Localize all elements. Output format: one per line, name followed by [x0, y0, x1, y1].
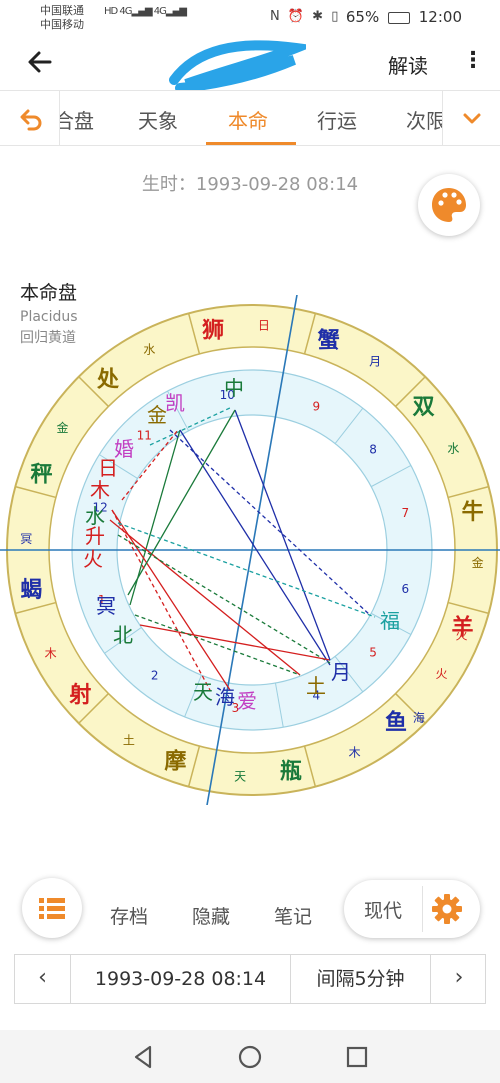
sign-ruler: 月: [369, 354, 381, 368]
sign-glyph: 鱼: [385, 710, 407, 736]
sign-ruler: 土: [123, 734, 135, 748]
planet-glyph: 日: [98, 456, 118, 480]
house-number: 5: [369, 646, 377, 660]
carrier-2: 中国移动: [40, 18, 84, 31]
planet-glyph: 中: [224, 376, 244, 400]
sign-ruler-extra: 海: [413, 710, 425, 725]
planet-glyph: 升: [85, 524, 105, 548]
clock: 12:00: [418, 8, 462, 26]
tab-underline: [206, 142, 296, 145]
sign-glyph: 双: [413, 395, 435, 420]
tab-progressions[interactable]: 次限: [406, 105, 442, 134]
house-number: 2: [151, 669, 159, 683]
previous-time-button[interactable]: ‹: [15, 955, 71, 1003]
sign-ruler: 金: [472, 555, 484, 570]
hide-button[interactable]: 隐藏: [192, 902, 230, 929]
next-time-button[interactable]: ›: [431, 955, 487, 1003]
nav-back-icon[interactable]: [130, 1044, 156, 1070]
mode-label: 现代: [364, 900, 403, 922]
house-number: 6: [401, 582, 409, 596]
house-number: 9: [312, 400, 320, 414]
battery-percent: 65%: [345, 8, 380, 26]
planet-glyph: 天: [193, 680, 213, 704]
tab-natal[interactable]: 本命: [228, 105, 268, 134]
mode-divider: [422, 886, 423, 932]
sign-glyph: 射: [68, 682, 91, 708]
battery-icon: [387, 11, 410, 24]
back-arrow-icon[interactable]: [24, 46, 56, 78]
tab-transits[interactable]: 行运: [317, 105, 357, 134]
sign-glyph: 蟹: [318, 328, 340, 354]
sign-ruler: 水: [447, 441, 459, 455]
planet-glyph: 土: [306, 674, 326, 698]
archive-button[interactable]: 存档: [110, 902, 148, 929]
app-bar: 解读 ⋮: [0, 34, 500, 93]
planet-glyph: 金: [147, 403, 167, 427]
sign-ruler-extra: 火: [456, 629, 468, 643]
planet-glyph: 北: [113, 623, 133, 647]
sign-ruler: 木: [349, 745, 361, 759]
planet-glyph: 海: [215, 685, 235, 709]
sign-ruler: 火: [436, 667, 448, 681]
nav-recents-icon[interactable]: [344, 1044, 370, 1070]
more-vert-icon[interactable]: ⋮: [462, 46, 484, 76]
system-icons: N ⏰ ✱ ▯: [270, 9, 341, 24]
tab-synastry[interactable]: 合盘: [60, 105, 94, 134]
planet-glyph: 月: [331, 660, 351, 684]
sign-glyph: 摩: [164, 748, 186, 774]
carrier-1: 中国联通: [40, 4, 84, 17]
undo-icon[interactable]: [0, 91, 60, 146]
list-button[interactable]: [22, 878, 82, 938]
planet-glyph: 火: [83, 547, 103, 571]
house-number: 8: [369, 442, 377, 456]
list-icon: [39, 898, 65, 919]
sign-glyph: 瓶: [280, 760, 302, 785]
sign-glyph: 狮: [202, 318, 224, 343]
sign-ruler: 金: [56, 420, 68, 435]
planet-glyph: 木: [90, 478, 110, 502]
sign-ruler: 木: [45, 647, 57, 661]
palette-icon: [432, 188, 466, 222]
system-nav-bar: [0, 1030, 500, 1083]
mode-toggle[interactable]: 现代: [344, 880, 480, 938]
gear-icon[interactable]: [430, 892, 464, 926]
sign-ruler: 水: [143, 343, 155, 357]
time-navigator: ‹ 1993-09-28 08:14 间隔5分钟 ›: [14, 954, 486, 1004]
tab-bar: 合盘 天象 本命 行运 次限: [0, 90, 500, 146]
planet-glyph: 冥: [96, 594, 116, 618]
natal-chart-wheel[interactable]: 狮日蟹月双水牛金羊火鱼木瓶天摩土射木蝎冥秤金处水海火98765432112111…: [0, 295, 500, 805]
house-number: 11: [137, 428, 152, 442]
nav-home-icon[interactable]: [237, 1044, 263, 1070]
sign-glyph: 蝎: [20, 578, 42, 603]
status-bar: 中国联通 中国移动 HD 4G▂▄▆ 4G▂▄▆ N ⏰ ✱ ▯ 65% 12:…: [0, 0, 500, 34]
planet-glyph: 爱: [237, 689, 257, 713]
tab-transit-sky[interactable]: 天象: [138, 105, 178, 134]
notes-button[interactable]: 笔记: [274, 902, 312, 929]
signal-icon: HD 4G▂▄▆ 4G▂▄▆: [104, 6, 187, 17]
sign-glyph: 处: [96, 366, 119, 392]
interpret-button[interactable]: 解读: [388, 50, 428, 79]
planet-glyph: 凯: [165, 391, 185, 415]
chevron-down-icon[interactable]: [442, 91, 500, 146]
redacted-title: [166, 40, 316, 93]
sign-glyph: 牛: [462, 499, 484, 525]
sign-glyph: 秤: [31, 462, 53, 487]
status-right: 65% 12:00: [346, 8, 462, 26]
time-step-button[interactable]: 间隔5分钟: [291, 955, 431, 1003]
tab-strip: 合盘 天象 本命 行运 次限: [60, 91, 442, 146]
sign-ruler: 冥: [20, 532, 32, 546]
palette-button[interactable]: [418, 174, 480, 236]
bottom-action-bar: 存档 隐藏 笔记 现代: [0, 872, 500, 942]
sign-ruler: 日: [258, 318, 270, 332]
sign-ruler: 天: [234, 770, 246, 784]
current-time-field[interactable]: 1993-09-28 08:14: [71, 955, 291, 1003]
planet-glyph: 福: [380, 609, 400, 633]
house-number: 7: [401, 506, 409, 520]
